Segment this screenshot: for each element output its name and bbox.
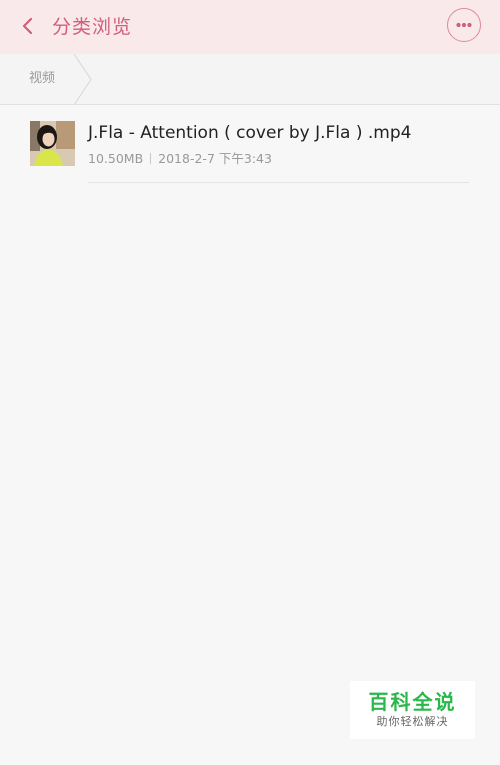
watermark-title: 百科全说 xyxy=(368,690,457,714)
row-divider xyxy=(88,182,469,183)
file-meta: 10.50MB 2018-2-7 下午3:43 xyxy=(88,150,272,168)
watermark-logo: 百科全说 助你轻松解决 xyxy=(350,681,475,739)
breadcrumb-item-videos[interactable]: 视频 xyxy=(29,70,55,88)
list-item[interactable]: J.Fla - Attention ( cover by J.Fla ) .mp… xyxy=(0,105,500,183)
chevron-left-icon xyxy=(22,17,33,35)
more-dots-icon xyxy=(456,22,472,28)
file-date: 2018-2-7 下午3:43 xyxy=(158,151,272,166)
file-name: J.Fla - Attention ( cover by J.Fla ) .mp… xyxy=(88,123,412,143)
meta-divider xyxy=(150,153,152,164)
file-size: 10.50MB xyxy=(88,151,144,166)
more-options-button[interactable] xyxy=(447,8,481,42)
video-thumbnail xyxy=(30,121,75,166)
breadcrumb-separator-icon xyxy=(73,54,92,105)
watermark-subtitle: 助你轻松解决 xyxy=(376,715,449,728)
breadcrumb: 视频 xyxy=(0,54,500,105)
page-title: 分类浏览 xyxy=(52,16,133,38)
back-button[interactable] xyxy=(16,13,42,41)
top-bar: 分类浏览 xyxy=(0,0,500,54)
